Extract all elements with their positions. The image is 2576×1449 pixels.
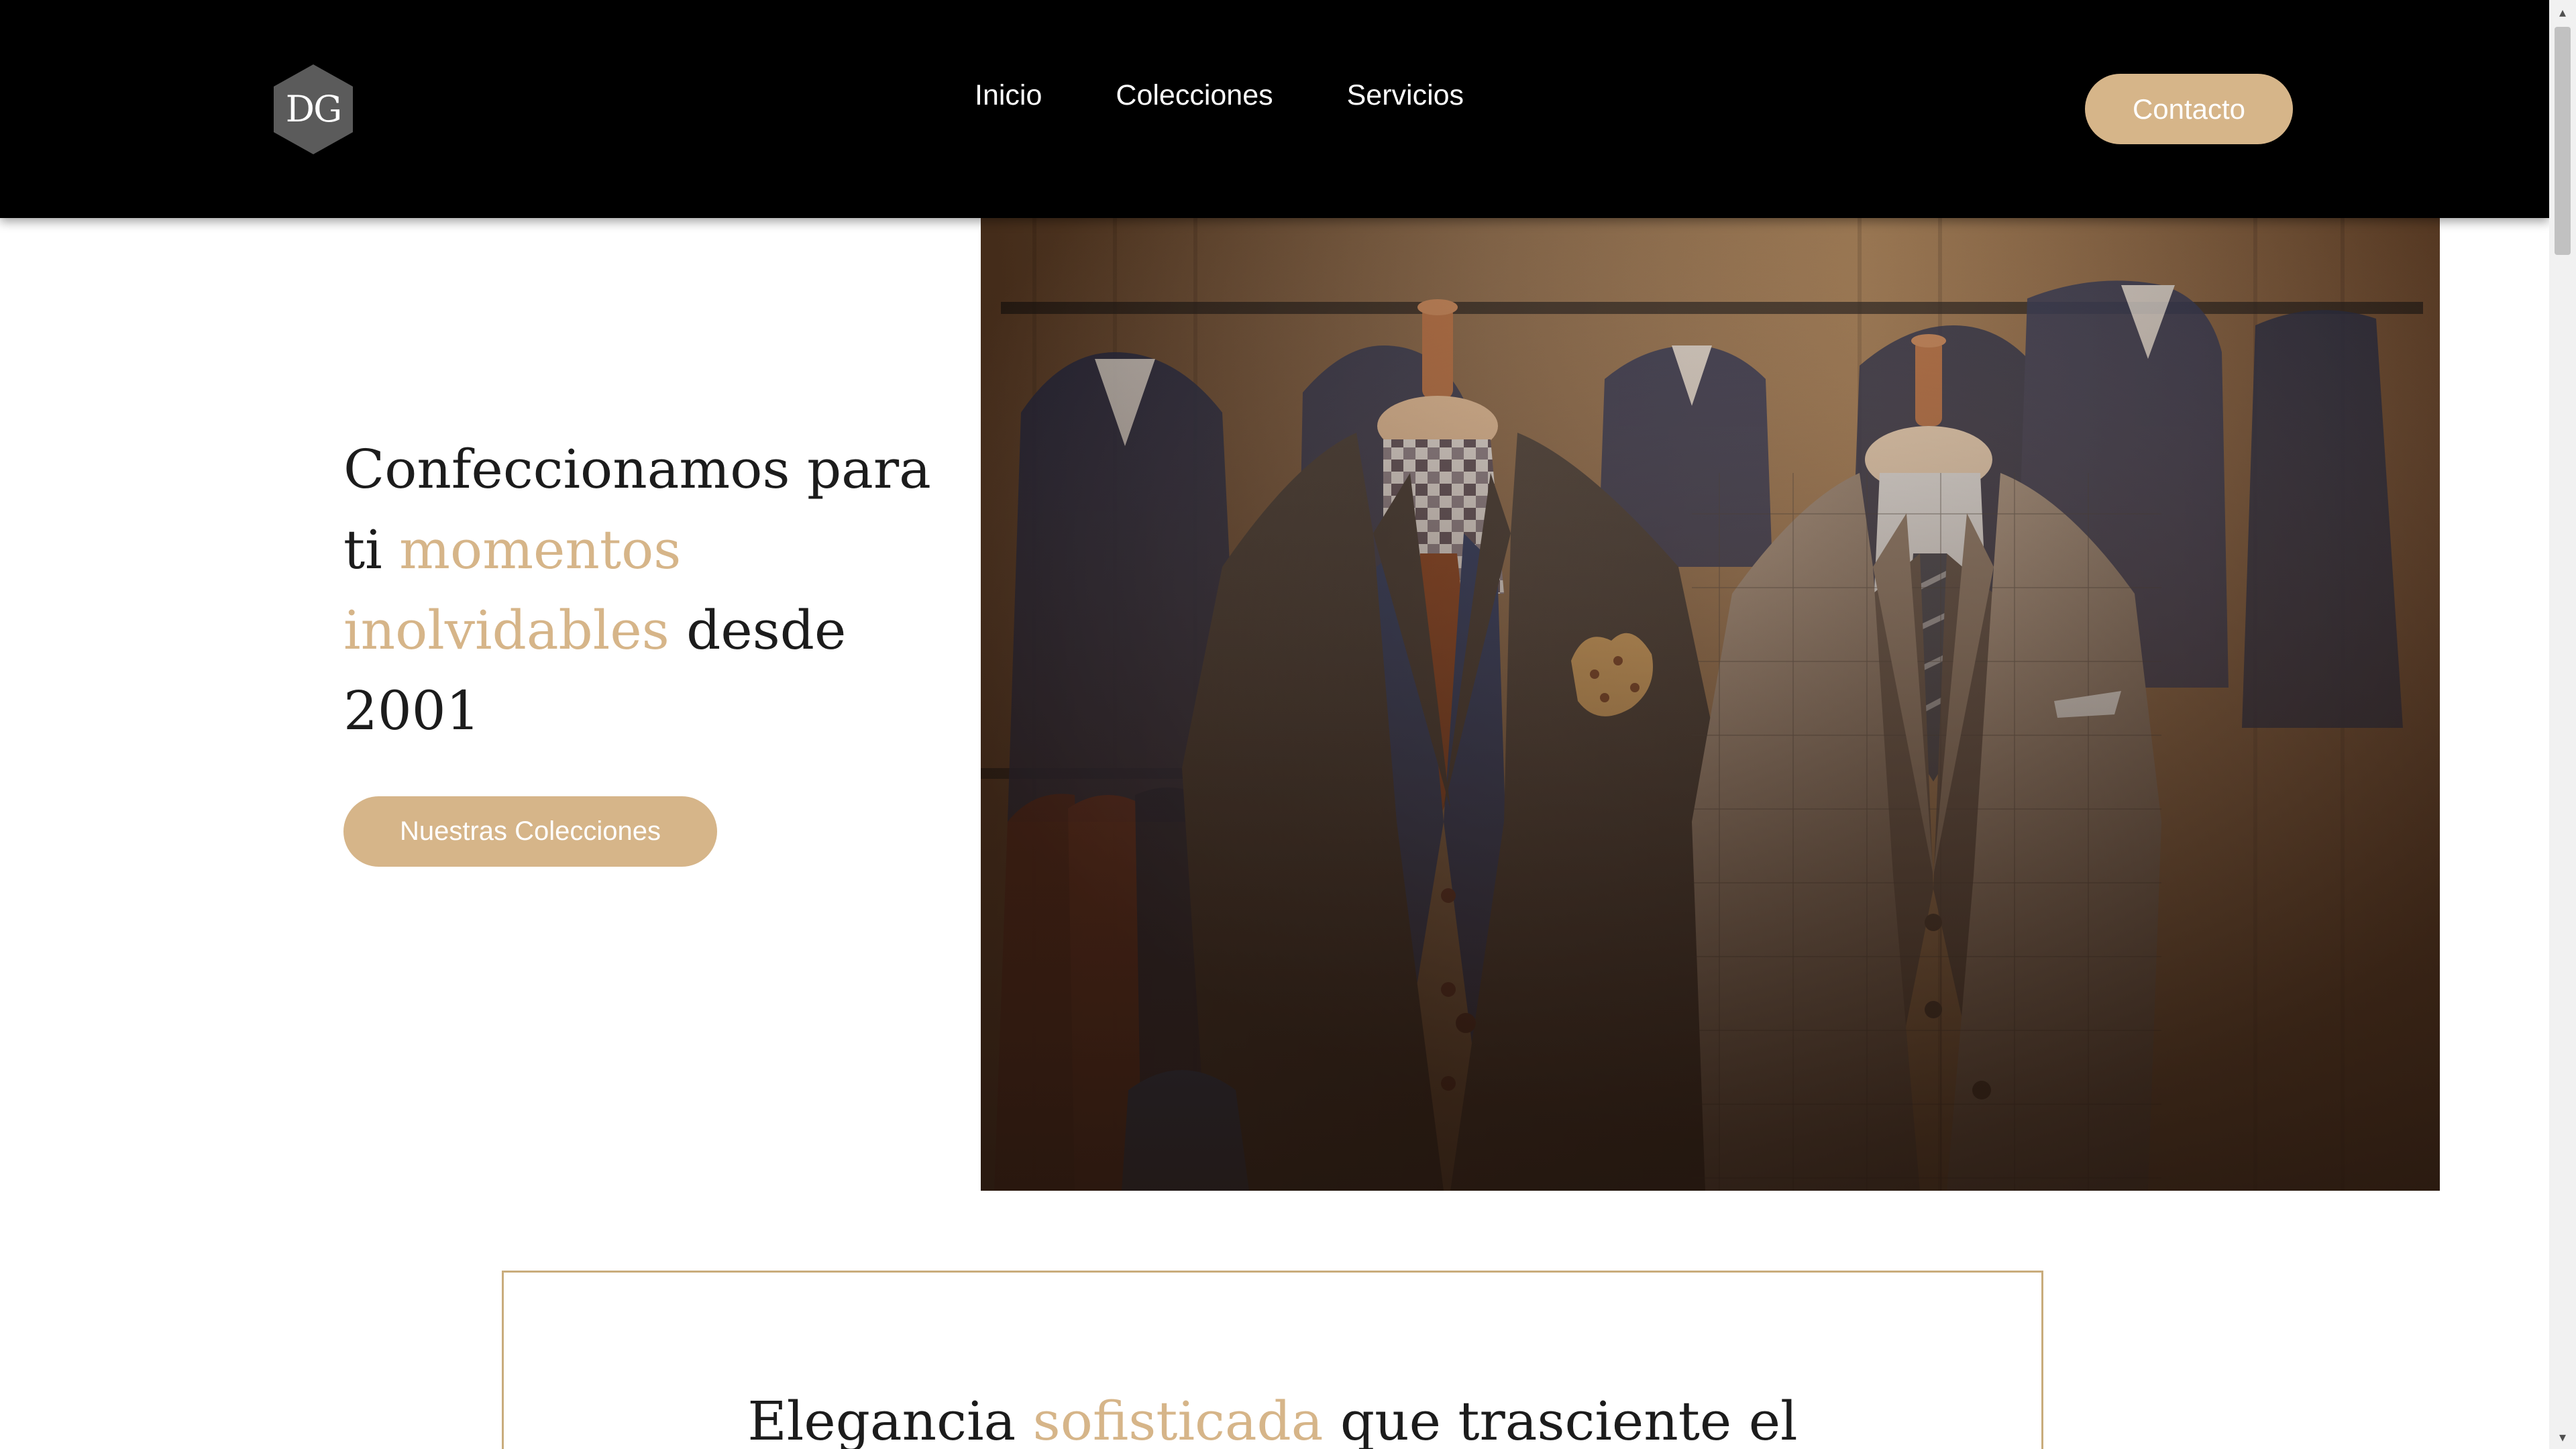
suits-mannequins-photo <box>981 218 2440 1191</box>
hero-title: Confeccionamos para ti momentos inolvida… <box>343 429 947 751</box>
feature-title: Elegancia sofisticada que trasciente el <box>504 1385 2041 1449</box>
page: DG Inicio Colecciones Servicios Contacto… <box>0 0 2549 1449</box>
contact-button[interactable]: Contacto <box>2085 74 2293 144</box>
feature-title-accent: sofisticada <box>1032 1390 1324 1449</box>
brand-logo[interactable]: DG <box>274 64 353 154</box>
feature-title-text-end: que trasciente el <box>1323 1390 1798 1449</box>
scrollbar-thumb[interactable] <box>2555 27 2571 255</box>
hero-image-suits <box>981 218 2440 1191</box>
scroll-down-arrow-icon[interactable]: ▾ <box>2549 1425 2576 1449</box>
feature-section: Elegancia sofisticada que trasciente el <box>502 1271 2043 1449</box>
vertical-scrollbar[interactable]: ▴ ▾ <box>2549 0 2576 1449</box>
feature-title-text: Elegancia <box>747 1390 1033 1449</box>
logo-text: DG <box>285 88 342 130</box>
site-header: DG Inicio Colecciones Servicios Contacto <box>0 0 2549 218</box>
nav-item-servicios[interactable]: Servicios <box>1347 75 1464 115</box>
scroll-up-arrow-icon[interactable]: ▴ <box>2549 0 2576 24</box>
nav-item-inicio[interactable]: Inicio <box>975 75 1042 115</box>
collections-button[interactable]: Nuestras Colecciones <box>343 796 717 867</box>
main-nav: Inicio Colecciones Servicios <box>975 75 1464 115</box>
nav-item-colecciones[interactable]: Colecciones <box>1116 75 1273 115</box>
